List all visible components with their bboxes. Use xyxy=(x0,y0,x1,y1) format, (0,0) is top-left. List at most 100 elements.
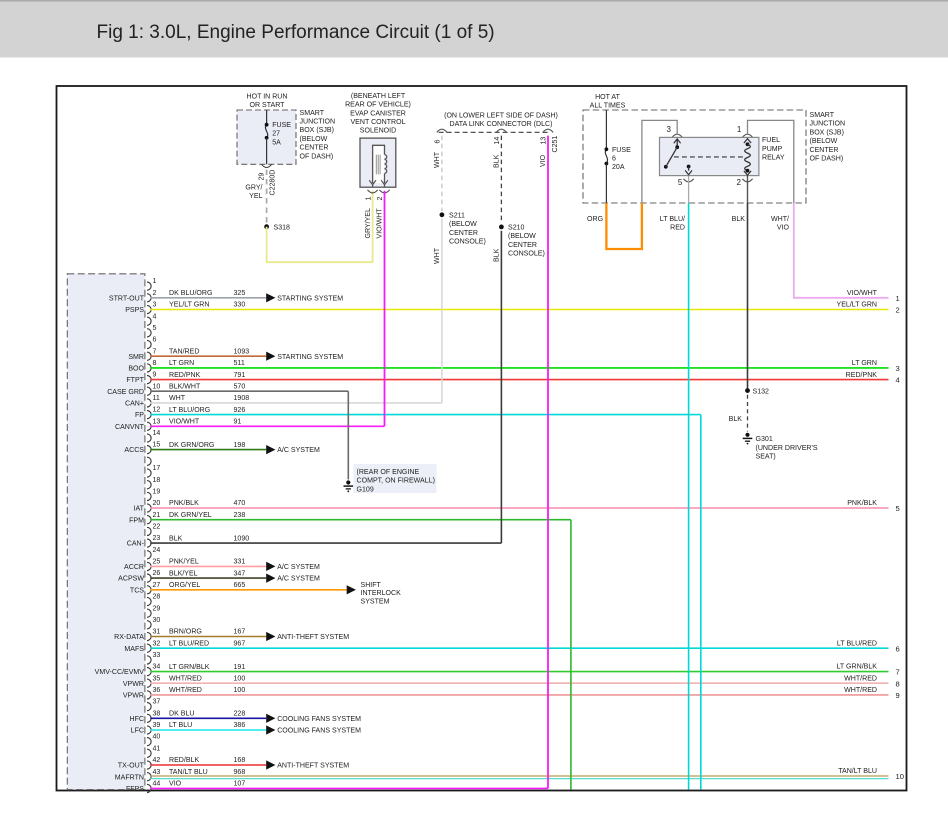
svg-text:MAFRTN: MAFRTN xyxy=(115,774,144,781)
svg-text:RED/PNK: RED/PNK xyxy=(846,372,878,379)
svg-text:CENTER: CENTER xyxy=(508,242,537,249)
svg-text:29: 29 xyxy=(259,173,266,181)
svg-text:BLK: BLK xyxy=(493,248,500,262)
svg-text:WHT/RED: WHT/RED xyxy=(844,687,877,694)
svg-text:VPWR: VPWR xyxy=(123,693,144,700)
svg-text:43: 43 xyxy=(153,769,161,776)
svg-text:29: 29 xyxy=(153,605,161,612)
svg-text:SMART: SMART xyxy=(300,110,325,117)
svg-text:G301: G301 xyxy=(756,436,773,443)
svg-text:(BELOW: (BELOW xyxy=(810,138,838,145)
svg-text:FTPT: FTPT xyxy=(126,377,144,384)
svg-text:BLK: BLK xyxy=(169,535,183,542)
svg-text:665: 665 xyxy=(234,582,246,589)
svg-text:OF DASH): OF DASH) xyxy=(810,156,844,163)
svg-text:VIO: VIO xyxy=(169,781,182,788)
svg-text:14: 14 xyxy=(153,430,161,437)
svg-text:DK BLU: DK BLU xyxy=(169,711,194,718)
svg-text:ORG/YEL: ORG/YEL xyxy=(169,582,200,589)
svg-text:13: 13 xyxy=(540,137,547,145)
svg-text:1: 1 xyxy=(896,294,900,303)
svg-text:7: 7 xyxy=(153,348,157,355)
svg-text:1: 1 xyxy=(737,125,742,134)
svg-text:791: 791 xyxy=(234,372,246,379)
svg-text:BOO: BOO xyxy=(128,366,144,373)
svg-text:YEL: YEL xyxy=(249,193,262,200)
svg-text:FP: FP xyxy=(135,412,144,419)
svg-text:SEAT): SEAT) xyxy=(756,454,776,461)
svg-text:1090: 1090 xyxy=(234,535,250,542)
svg-text:YEL/LT GRN: YEL/LT GRN xyxy=(169,302,209,309)
svg-text:325: 325 xyxy=(234,290,246,297)
svg-text:22: 22 xyxy=(153,524,161,531)
svg-text:168: 168 xyxy=(234,757,246,764)
svg-text:WHT/: WHT/ xyxy=(771,216,789,223)
svg-text:VENT CONTROL: VENT CONTROL xyxy=(350,119,405,126)
svg-text:PUMP: PUMP xyxy=(762,146,783,153)
svg-text:LT BLU/: LT BLU/ xyxy=(660,216,685,223)
svg-text:RED: RED xyxy=(670,225,685,232)
svg-text:TX-OUT: TX-OUT xyxy=(118,763,145,770)
svg-text:1093: 1093 xyxy=(234,348,250,355)
svg-text:ALL TIMES: ALL TIMES xyxy=(590,103,626,110)
svg-text:25: 25 xyxy=(153,559,161,566)
svg-text:1908: 1908 xyxy=(234,395,250,402)
svg-text:WHT/RED: WHT/RED xyxy=(169,675,202,682)
svg-text:23: 23 xyxy=(153,535,161,542)
svg-text:7: 7 xyxy=(896,668,900,677)
svg-text:570: 570 xyxy=(234,383,246,390)
svg-text:6: 6 xyxy=(896,644,900,653)
svg-text:DK GRN/ORG: DK GRN/ORG xyxy=(169,442,214,449)
svg-text:CAN-: CAN- xyxy=(127,541,145,548)
svg-text:SYSTEM: SYSTEM xyxy=(361,599,390,606)
svg-text:238: 238 xyxy=(234,512,246,519)
svg-text:VIO: VIO xyxy=(777,225,790,232)
svg-text:100: 100 xyxy=(234,675,246,682)
svg-text:ACPSW: ACPSW xyxy=(118,576,144,583)
svg-text:BOX (SJB): BOX (SJB) xyxy=(810,129,844,136)
svg-text:COOLING FANS SYSTEM: COOLING FANS SYSTEM xyxy=(277,716,361,723)
svg-text:191: 191 xyxy=(234,664,246,671)
svg-text:S210: S210 xyxy=(508,225,525,232)
svg-text:13: 13 xyxy=(153,418,161,425)
svg-text:CONSOLE): CONSOLE) xyxy=(449,239,486,246)
svg-text:10: 10 xyxy=(896,772,904,781)
svg-text:ORG: ORG xyxy=(587,216,603,223)
svg-text:TCS: TCS xyxy=(130,587,144,594)
svg-text:27: 27 xyxy=(272,131,280,138)
svg-text:LT GRN/BLK: LT GRN/BLK xyxy=(837,664,878,671)
svg-text:40: 40 xyxy=(153,734,161,741)
svg-text:386: 386 xyxy=(234,722,246,729)
svg-text:2: 2 xyxy=(737,178,742,187)
svg-text:VMV-CC/EVMV: VMV-CC/EVMV xyxy=(95,669,145,676)
svg-text:BOX (SJB): BOX (SJB) xyxy=(300,127,334,134)
svg-text:5: 5 xyxy=(153,325,157,332)
svg-text:331: 331 xyxy=(234,559,246,566)
svg-text:TAN/RED: TAN/RED xyxy=(169,348,199,355)
svg-text:27: 27 xyxy=(153,582,161,589)
svg-text:LFC: LFC xyxy=(131,728,144,735)
svg-text:GRY/: GRY/ xyxy=(245,184,262,191)
svg-text:FFPS: FFPS xyxy=(126,786,144,793)
svg-text:3: 3 xyxy=(667,125,672,134)
svg-text:12: 12 xyxy=(153,407,161,414)
svg-text:(BELOW: (BELOW xyxy=(508,233,536,240)
svg-text:(REAR OF ENGINE: (REAR OF ENGINE xyxy=(357,469,420,476)
svg-text:(UNDER DRIVER'S: (UNDER DRIVER'S xyxy=(756,445,818,452)
svg-text:GRY/YEL: GRY/YEL xyxy=(365,208,372,239)
svg-text:8: 8 xyxy=(153,360,157,367)
svg-text:470: 470 xyxy=(234,500,246,507)
svg-text:DK BLU/ORG: DK BLU/ORG xyxy=(169,290,212,297)
svg-text:STRT-OUT: STRT-OUT xyxy=(109,295,145,302)
svg-text:COOLING FANS SYSTEM: COOLING FANS SYSTEM xyxy=(277,728,361,735)
svg-text:4: 4 xyxy=(896,376,900,385)
svg-text:41: 41 xyxy=(153,745,161,752)
svg-text:91: 91 xyxy=(234,419,242,426)
svg-text:167: 167 xyxy=(234,629,246,636)
svg-text:RELAY: RELAY xyxy=(762,155,785,162)
svg-text:RED/PNK: RED/PNK xyxy=(169,372,201,379)
svg-text:CENTER: CENTER xyxy=(449,230,478,237)
svg-text:VPWR: VPWR xyxy=(123,681,144,688)
svg-text:PNK/YEL: PNK/YEL xyxy=(169,559,199,566)
svg-text:37: 37 xyxy=(153,699,161,706)
